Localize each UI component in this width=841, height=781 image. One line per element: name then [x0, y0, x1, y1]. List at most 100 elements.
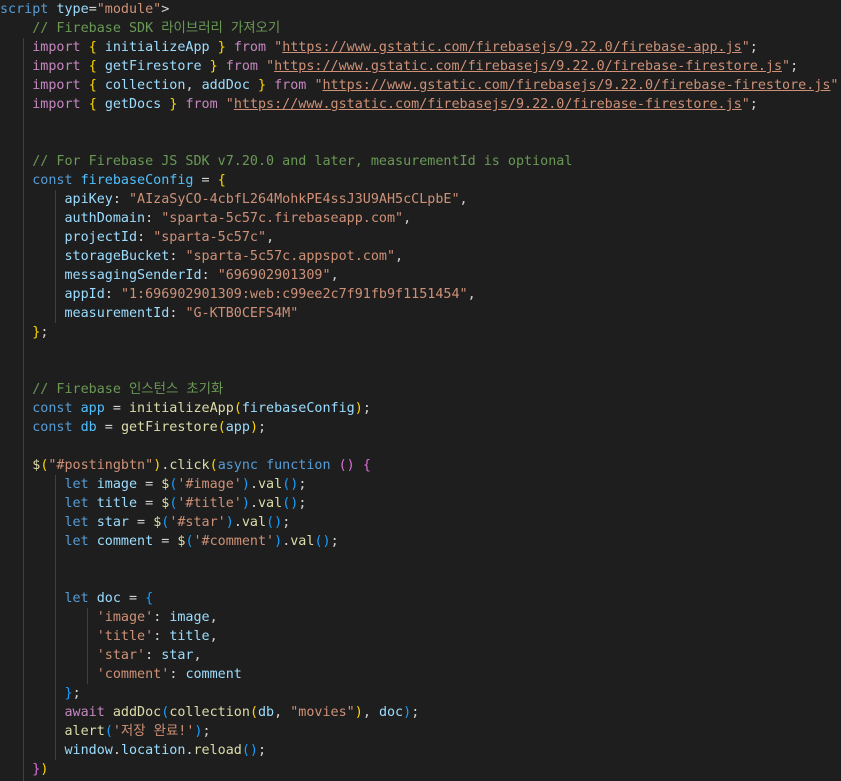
code-token: (): [314, 534, 331, 549]
code-token: title: [169, 629, 210, 644]
code-token: db: [80, 420, 97, 435]
code-line[interactable]: 'title': title,: [0, 627, 218, 646]
code-line[interactable]: storageBucket: "sparta-5c57c.appspot.com…: [0, 247, 404, 266]
code-token: ,: [467, 287, 476, 302]
code-line[interactable]: projectId: "sparta-5c57c",: [0, 228, 275, 247]
code-token: ,: [209, 610, 218, 625]
code-line[interactable]: const app = initializeApp(firebaseConfig…: [0, 399, 371, 418]
code-token: doc: [378, 705, 404, 720]
code-line[interactable]: window.location.reload();: [0, 741, 267, 760]
code-token: https://www.gstatic.com/firebasejs/9.22.…: [274, 59, 783, 74]
code-token: import: [32, 59, 81, 74]
code-line[interactable]: };: [0, 323, 48, 342]
code-token: addDoc: [201, 78, 250, 93]
code-line[interactable]: appId: "1:696902901309:web:c99ee2c7f91fb…: [0, 285, 476, 304]
code-line[interactable]: const db = getFirestore(app);: [0, 418, 266, 437]
code-token: 'star': [96, 648, 146, 663]
code-token: '저장 완료!': [112, 724, 195, 739]
code-line[interactable]: let star = $('#star').val();: [0, 513, 291, 532]
code-line[interactable]: messagingSenderId: "696902901309",: [0, 266, 339, 285]
code-token: {: [88, 40, 97, 55]
code-line[interactable]: import { initializeApp } from "https://w…: [0, 38, 758, 57]
code-token: collection: [169, 705, 250, 720]
code-line[interactable]: measurementId: "G-KTB0CEFS4M": [0, 304, 299, 323]
code-line[interactable]: // For Firebase JS SDK v7.20.0 and later…: [0, 152, 572, 171]
code-line[interactable]: 'comment': comment: [0, 665, 242, 684]
code-line[interactable]: alert('저장 완료!');: [0, 722, 211, 741]
code-token: db: [258, 705, 275, 720]
code-token: val: [290, 534, 315, 549]
code-token: :: [104, 287, 121, 302]
code-token: ): [241, 477, 250, 492]
code-line[interactable]: script type="module">: [0, 0, 169, 19]
code-token: ;: [202, 724, 211, 739]
code-line[interactable]: authDomain: "sparta-5c57c.firebaseapp.co…: [0, 209, 412, 228]
code-token: initializeApp: [104, 40, 210, 55]
code-token: (: [209, 458, 218, 473]
code-token: collection: [104, 78, 186, 93]
code-line[interactable]: let doc = {: [0, 589, 154, 608]
code-token: from: [274, 78, 307, 93]
code-line[interactable]: 'star': star,: [0, 646, 202, 665]
code-token: firebaseConfig: [241, 401, 355, 416]
code-token: ": [225, 97, 234, 112]
code-token: =: [120, 591, 146, 606]
code-token: .: [112, 743, 121, 758]
code-token: ;: [749, 40, 758, 55]
code-line[interactable]: import { getFirestore } from "https://ww…: [0, 57, 798, 76]
code-token: }: [217, 40, 226, 55]
code-line[interactable]: }): [0, 760, 48, 779]
code-token: :: [145, 211, 162, 226]
code-token: {: [145, 591, 154, 606]
code-line[interactable]: // Firebase SDK 라이브러리 가져오기: [0, 19, 280, 38]
code-token: addDoc: [112, 705, 162, 720]
code-token: image: [96, 477, 138, 492]
code-line[interactable]: let comment = $('#comment').val();: [0, 532, 339, 551]
code-token: from: [185, 97, 218, 112]
code-token: let: [64, 591, 89, 606]
code-line[interactable]: import { collection, addDoc } from "http…: [0, 76, 841, 95]
code-line[interactable]: // Firebase 인스턴스 초기화: [0, 380, 223, 399]
code-token: ,: [266, 230, 275, 245]
code-token: (): [266, 515, 283, 530]
code-token: ,: [209, 629, 218, 644]
code-token: comment: [185, 667, 242, 682]
code-token: {: [88, 59, 97, 74]
code-line[interactable]: await addDoc(collection(db, "movies"), d…: [0, 703, 420, 722]
code-token: 'comment': [96, 667, 170, 682]
code-token: ;: [362, 401, 371, 416]
code-token: ;: [411, 705, 420, 720]
code-line[interactable]: $("#postingbtn").click(async function ()…: [0, 456, 371, 475]
code-line[interactable]: import { getDocs } from "https://www.gst…: [0, 95, 758, 114]
code-token: ): [403, 705, 412, 720]
code-line[interactable]: 'image': image,: [0, 608, 218, 627]
code-line[interactable]: const firebaseConfig = {: [0, 171, 226, 190]
code-line[interactable]: let title = $('#title').val();: [0, 494, 307, 513]
code-editor[interactable]: script type="module"> // Firebase SDK 라이…: [0, 0, 841, 781]
code-token: .: [233, 515, 242, 530]
code-line[interactable]: };: [0, 684, 81, 703]
code-token: // For Firebase JS SDK v7.20.0 and later…: [0, 154, 573, 169]
code-line[interactable]: let image = $('#image').val();: [0, 475, 307, 494]
code-token: val: [258, 496, 283, 511]
code-line[interactable]: apiKey: "AIzaSyCO-4cbfL264MohkPE4ssJ3U9A…: [0, 190, 468, 209]
